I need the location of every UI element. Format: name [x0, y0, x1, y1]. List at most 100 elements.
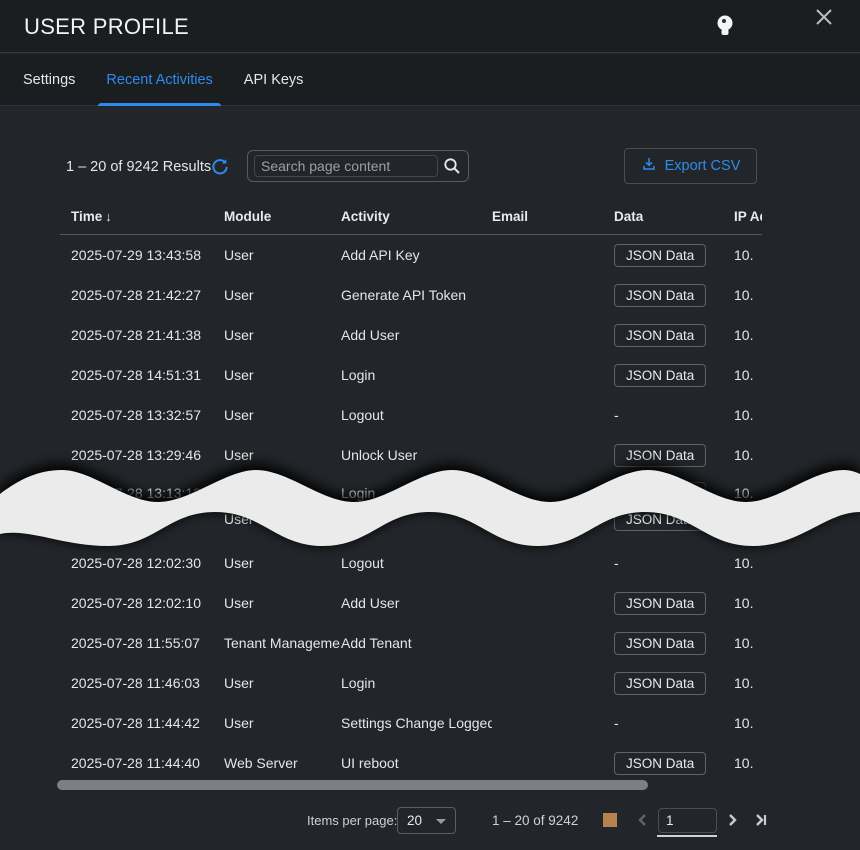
- download-icon: [641, 156, 657, 176]
- previous-page-icon[interactable]: [634, 811, 652, 829]
- json-data-button[interactable]: JSON Data: [614, 752, 706, 775]
- cell-time: 2025-07-28 13:32:57: [60, 407, 224, 423]
- column-header-email[interactable]: Email: [492, 209, 614, 224]
- json-data-button[interactable]: JSON Data: [614, 284, 706, 307]
- table-row: 2025-07-29 13:43:58 User Add API Key JSO…: [60, 235, 762, 275]
- page-number-input[interactable]: [658, 808, 717, 833]
- tab-recent-activities[interactable]: Recent Activities: [106, 54, 212, 106]
- items-per-page-select[interactable]: 20: [397, 807, 456, 834]
- table-row: 2025-07-28 12:02:10 User Add User JSON D…: [60, 583, 762, 623]
- json-data-button[interactable]: JSON Data: [614, 444, 706, 467]
- horizontal-scrollbar-thumb[interactable]: [57, 780, 648, 790]
- cell-data: JSON Data: [614, 672, 734, 695]
- column-header-ip[interactable]: IP Address: [734, 209, 762, 224]
- cell-ip: 10.: [734, 327, 762, 343]
- json-data-button[interactable]: JSON Data: [614, 244, 706, 267]
- column-header-module[interactable]: Module: [224, 209, 341, 224]
- cell-activity: Login: [341, 675, 492, 691]
- cell-activity: Generate API Token: [341, 287, 492, 303]
- cell-activity: Add API Key: [341, 247, 492, 263]
- cell-time: 2025-07-28 11:44:40: [60, 755, 224, 771]
- table-row: 2025-07-28 12:02:30 User Logout - 10.: [60, 543, 762, 583]
- table-row: 2025-07-28 11:44:40 Web Server UI reboot…: [60, 743, 762, 779]
- search-icon[interactable]: [443, 157, 461, 175]
- cell-ip: 10.: [734, 675, 762, 691]
- tab-settings[interactable]: Settings: [23, 54, 75, 106]
- cell-data: -: [614, 715, 734, 731]
- cell-time: 2025-07-28 11:55:07: [60, 635, 224, 651]
- cell-ip: 10.: [734, 485, 762, 501]
- activities-table: Time↓ Module Activity Email Data IP Addr…: [60, 198, 762, 779]
- cell-time: 2025-07-28 12:02:10: [60, 595, 224, 611]
- json-data-button[interactable]: JSON Data: [614, 632, 706, 655]
- cell-activity: Add User: [341, 595, 492, 611]
- cell-ip: 10.: [734, 287, 762, 303]
- table-row: User JSON Data: [60, 506, 762, 532]
- json-data-button[interactable]: JSON Data: [614, 672, 706, 695]
- cell-activity: Add Tenant: [341, 635, 492, 651]
- cell-data: JSON Data: [614, 244, 734, 267]
- cell-ip: 10.: [734, 715, 762, 731]
- cell-ip: 10.: [734, 367, 762, 383]
- cell-data: JSON Data: [614, 444, 734, 467]
- next-page-icon[interactable]: [723, 811, 741, 829]
- cell-module: User: [224, 675, 341, 691]
- cell-ip: 10.: [734, 447, 762, 463]
- tab-api-keys[interactable]: API Keys: [244, 54, 304, 106]
- cell-data: -: [614, 407, 734, 423]
- cell-ip: 10.: [734, 555, 762, 571]
- cell-activity: Settings Change Logged: [341, 715, 492, 731]
- json-data-button[interactable]: JSON Data: [614, 324, 706, 347]
- no-data-dash: -: [614, 715, 619, 731]
- table-row: 2025-07-28 13:32:57 User Logout - 10.: [60, 395, 762, 435]
- cell-ip: 10.: [734, 247, 762, 263]
- table-row: 2025-07-28 13:13:12 User Login JSON Data…: [60, 480, 762, 506]
- cell-activity: Unlock User: [341, 447, 492, 463]
- cell-time: 2025-07-28 13:13:12: [60, 485, 224, 501]
- cell-module: User: [224, 327, 341, 343]
- json-data-button[interactable]: JSON Data: [614, 364, 706, 387]
- table-header-row: Time↓ Module Activity Email Data IP Addr…: [60, 198, 762, 235]
- cell-ip: 10.: [734, 635, 762, 651]
- cell-ip: 10.: [734, 595, 762, 611]
- items-per-page-label: Items per page:: [307, 813, 397, 828]
- cell-module: User: [224, 247, 341, 263]
- table-row: 2025-07-28 21:42:27 User Generate API To…: [60, 275, 762, 315]
- cell-module: User: [224, 511, 341, 527]
- cell-time: 2025-07-28 21:41:38: [60, 327, 224, 343]
- page-title: USER PROFILE: [24, 14, 189, 40]
- tab-bar: Settings Recent Activities API Keys: [0, 54, 860, 106]
- column-header-data[interactable]: Data: [614, 209, 734, 224]
- chevron-down-icon: [436, 819, 446, 824]
- cell-data: JSON Data: [614, 592, 734, 615]
- cell-module: User: [224, 447, 341, 463]
- cell-ip: 10.: [734, 407, 762, 423]
- items-per-page-value: 20: [407, 813, 422, 828]
- cell-time: 2025-07-28 21:42:27: [60, 287, 224, 303]
- cell-module: User: [224, 367, 341, 383]
- cell-activity: Add User: [341, 327, 492, 343]
- json-data-button[interactable]: JSON Data: [614, 592, 706, 615]
- cell-data: JSON Data: [614, 752, 734, 775]
- export-csv-button[interactable]: Export CSV: [624, 148, 757, 184]
- cell-module: Web Server: [224, 755, 341, 771]
- refresh-icon[interactable]: [210, 157, 230, 177]
- search-input[interactable]: [254, 155, 438, 177]
- cell-data: JSON Data: [614, 508, 734, 531]
- table-row: 2025-07-28 14:51:31 User Login JSON Data…: [60, 355, 762, 395]
- last-page-icon[interactable]: [750, 811, 770, 829]
- cell-time: 2025-07-29 13:43:58: [60, 247, 224, 263]
- close-icon[interactable]: [812, 5, 836, 29]
- cell-module: User: [224, 595, 341, 611]
- cell-module: User: [224, 287, 341, 303]
- column-header-activity[interactable]: Activity: [341, 209, 492, 224]
- modal-titlebar: USER PROFILE: [0, 0, 860, 53]
- search-widget: [247, 150, 469, 182]
- cell-data: JSON Data: [614, 324, 734, 347]
- column-header-time[interactable]: Time↓: [60, 209, 224, 224]
- json-data-button[interactable]: JSON Data: [614, 508, 706, 531]
- cell-activity: Logout: [341, 555, 492, 571]
- json-data-button[interactable]: JSON Data: [614, 482, 706, 505]
- lightbulb-icon[interactable]: [714, 12, 736, 42]
- cell-activity: Login: [341, 485, 492, 501]
